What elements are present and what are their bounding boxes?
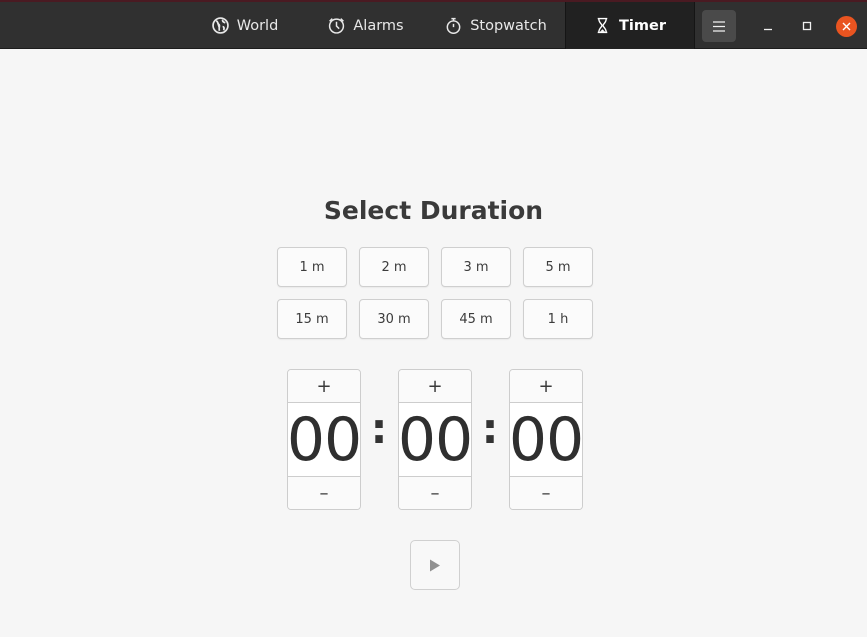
tab-alarms[interactable]: Alarms xyxy=(318,2,414,49)
hamburger-menu-icon xyxy=(713,20,725,32)
tab-stopwatch-label: Stopwatch xyxy=(470,17,547,34)
minutes-value[interactable]: 00 xyxy=(399,403,471,477)
seconds-increment-button[interactable]: + xyxy=(510,370,582,403)
minutes-spinner: + 00 – xyxy=(398,369,472,510)
page-title: Select Duration xyxy=(323,196,544,225)
time-separator: : xyxy=(370,404,388,453)
preset-3m-button[interactable]: 3 m xyxy=(441,247,511,287)
alarm-clock-icon xyxy=(329,18,345,34)
preset-5m-button[interactable]: 5 m xyxy=(523,247,593,287)
tab-stopwatch[interactable]: Stopwatch xyxy=(436,2,556,49)
seconds-value[interactable]: 00 xyxy=(510,403,582,477)
hours-value[interactable]: 00 xyxy=(288,403,360,477)
globe-icon xyxy=(211,17,229,34)
stopwatch-icon xyxy=(446,17,461,34)
preset-1m-button[interactable]: 1 m xyxy=(277,247,347,287)
start-button[interactable] xyxy=(410,540,460,590)
hourglass-icon xyxy=(597,17,608,34)
preset-45m-button[interactable]: 45 m xyxy=(441,299,511,339)
minutes-increment-button[interactable]: + xyxy=(399,370,471,403)
maximize-button[interactable] xyxy=(792,11,822,41)
preset-30m-button[interactable]: 30 m xyxy=(359,299,429,339)
seconds-decrement-button[interactable]: – xyxy=(510,476,582,509)
minimize-icon xyxy=(764,28,772,31)
close-icon xyxy=(842,22,851,31)
tab-alarms-label: Alarms xyxy=(353,17,404,34)
hours-decrement-button[interactable]: – xyxy=(288,476,360,509)
tab-timer-label: Timer xyxy=(619,17,666,34)
menu-button[interactable] xyxy=(702,10,736,42)
hours-spinner: + 00 – xyxy=(287,369,361,510)
close-button[interactable] xyxy=(836,16,857,37)
preset-1h-button[interactable]: 1 h xyxy=(523,299,593,339)
seconds-spinner: + 00 – xyxy=(509,369,583,510)
play-icon xyxy=(430,559,440,571)
tab-timer[interactable]: Timer xyxy=(565,2,695,49)
time-separator: : xyxy=(481,404,499,453)
preset-15m-button[interactable]: 15 m xyxy=(277,299,347,339)
minutes-decrement-button[interactable]: – xyxy=(399,476,471,509)
maximize-icon xyxy=(802,21,812,31)
tab-world-label: World xyxy=(236,17,279,34)
minimize-button[interactable] xyxy=(753,11,783,41)
tab-world[interactable]: World xyxy=(190,2,300,49)
hours-increment-button[interactable]: + xyxy=(288,370,360,403)
preset-2m-button[interactable]: 2 m xyxy=(359,247,429,287)
header-bar: World Alarms Stopwatch Timer xyxy=(0,0,867,49)
